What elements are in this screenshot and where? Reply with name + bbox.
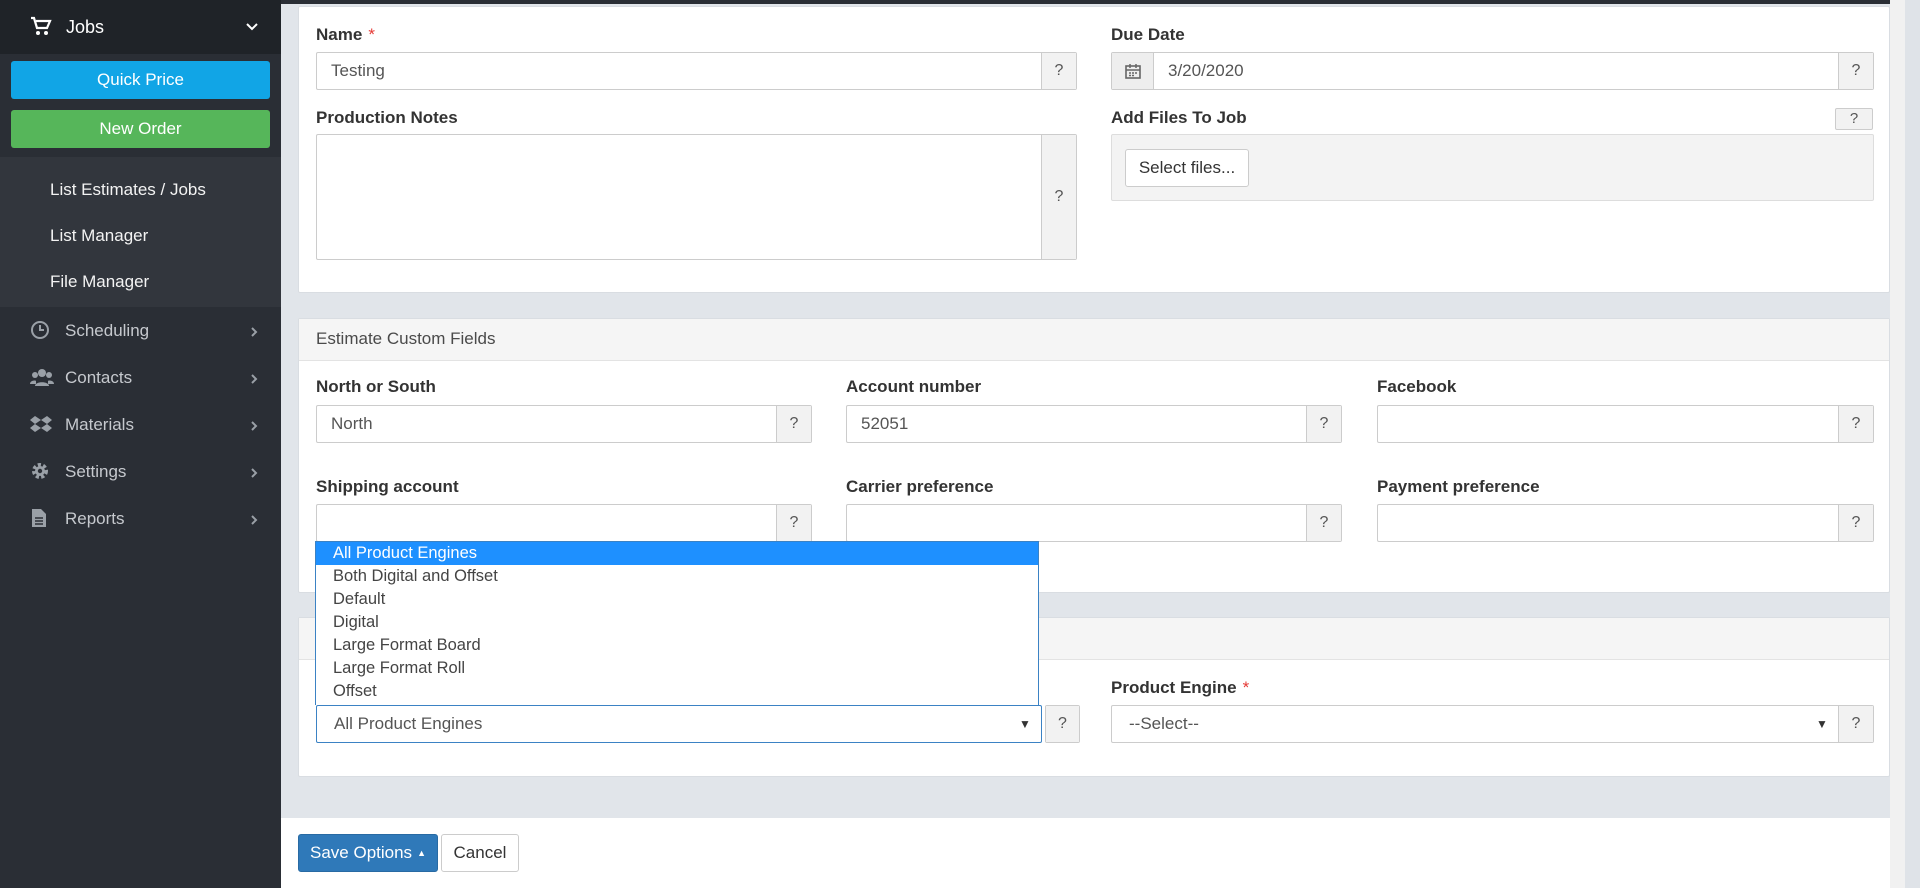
name-field[interactable]: Testing ? xyxy=(316,52,1077,90)
sidebar: Jobs Quick Price New Order List Estimate… xyxy=(0,0,281,888)
scrollbar[interactable] xyxy=(1890,0,1905,888)
name-label: Name * xyxy=(316,25,375,44)
caret-down-icon: ▼ xyxy=(1019,717,1031,731)
chevron-down-icon xyxy=(245,18,259,32)
add-files-label: Add Files To Job xyxy=(1111,108,1247,127)
due-date-value: 3/20/2020 xyxy=(1168,61,1244,80)
dropbox-icon xyxy=(30,414,52,436)
sidebar-item-settings[interactable]: Settings xyxy=(0,448,281,495)
carrier-preference-label: Carrier preference xyxy=(846,477,994,496)
help-button[interactable]: ? xyxy=(776,406,811,442)
due-date-field[interactable]: 3/20/2020 ? xyxy=(1111,52,1874,90)
caret-up-icon: ▲ xyxy=(417,848,426,858)
gear-icon xyxy=(30,461,52,483)
help-button[interactable]: ? xyxy=(1838,505,1873,541)
help-button[interactable]: ? xyxy=(1045,705,1080,743)
sidebar-item-label: Settings xyxy=(65,461,127,481)
users-icon xyxy=(30,367,54,389)
chevron-right-icon xyxy=(249,324,259,338)
payment-preference-label: Payment preference xyxy=(1377,477,1540,496)
dropdown-option[interactable]: Offset xyxy=(316,680,1038,703)
sidebar-item-label: Reports xyxy=(65,508,125,528)
payment-preference-field[interactable]: ? xyxy=(1377,504,1874,542)
footer-bar: Save Options ▲ Cancel xyxy=(281,818,1890,888)
product-engine-select[interactable]: --Select-- ▼ ? xyxy=(1111,705,1874,743)
chevron-right-icon xyxy=(249,512,259,526)
sidebar-item-label: Scheduling xyxy=(65,320,150,340)
panel-heading: Estimate Custom Fields xyxy=(299,319,1889,361)
chevron-right-icon xyxy=(249,465,259,479)
product-engine-value: --Select-- xyxy=(1129,714,1199,733)
production-notes-textarea[interactable]: ? xyxy=(316,134,1077,260)
save-options-button[interactable]: Save Options ▲ xyxy=(298,834,438,872)
help-button[interactable]: ? xyxy=(1838,406,1873,442)
due-date-label: Due Date xyxy=(1111,25,1185,44)
chevron-right-icon xyxy=(249,418,259,432)
dropdown-option[interactable]: Default xyxy=(316,588,1038,611)
cancel-button[interactable]: Cancel xyxy=(441,834,519,872)
sidebar-item-jobs[interactable]: Jobs xyxy=(0,0,281,54)
dropdown-option[interactable]: Large Format Board xyxy=(316,634,1038,657)
shipping-account-label: Shipping account xyxy=(316,477,459,496)
file-icon xyxy=(30,508,52,530)
production-notes-label: Production Notes xyxy=(316,108,458,127)
file-drop-zone[interactable]: Select files... xyxy=(1111,134,1874,201)
sidebar-item-label: Jobs xyxy=(66,16,105,37)
sidebar-item-label: Contacts xyxy=(65,367,133,387)
sidebar-link-file-manager[interactable]: File Manager xyxy=(0,259,281,305)
north-south-label: North or South xyxy=(316,377,436,396)
help-button[interactable]: ? xyxy=(1306,406,1341,442)
north-south-field[interactable]: North ? xyxy=(316,405,812,443)
top-border xyxy=(281,0,1905,4)
chevron-right-icon xyxy=(249,371,259,385)
sidebar-item-label: Materials xyxy=(65,414,134,434)
required-marker: * xyxy=(1242,678,1250,697)
help-button[interactable]: ? xyxy=(1838,53,1873,89)
help-button[interactable]: ? xyxy=(1041,135,1076,259)
required-marker: * xyxy=(368,25,375,44)
account-number-label: Account number xyxy=(846,377,982,396)
caret-down-icon: ▼ xyxy=(1816,717,1828,731)
account-number-value: 52051 xyxy=(861,414,909,433)
help-button[interactable]: ? xyxy=(776,505,811,541)
carrier-preference-field[interactable]: ? xyxy=(846,504,1342,542)
dropdown-option[interactable]: Digital xyxy=(316,611,1038,634)
clock-icon xyxy=(30,320,52,342)
dropdown-option[interactable]: Both Digital and Offset xyxy=(316,565,1038,588)
sidebar-item-contacts[interactable]: Contacts xyxy=(0,354,281,401)
engine-filter-dropdown: All Product Engines Both Digital and Off… xyxy=(315,541,1039,705)
quick-price-button[interactable]: Quick Price xyxy=(11,61,270,99)
engine-filter-value: All Product Engines xyxy=(334,714,483,733)
help-button[interactable]: ? xyxy=(1835,108,1873,130)
sidebar-link-list-estimates[interactable]: List Estimates / Jobs xyxy=(0,167,281,213)
help-button[interactable]: ? xyxy=(1041,53,1076,89)
facebook-field[interactable]: ? xyxy=(1377,405,1874,443)
north-south-value: North xyxy=(331,414,373,433)
dropdown-option[interactable]: All Product Engines xyxy=(316,542,1038,565)
facebook-label: Facebook xyxy=(1377,377,1457,396)
main-content: Name * Testing ? Due Date 3/20/2020 ? Pro… xyxy=(281,0,1905,888)
engine-filter-select[interactable]: All Product Engines ▼ xyxy=(316,705,1042,743)
calendar-icon[interactable] xyxy=(1112,53,1154,89)
shipping-account-field[interactable]: ? xyxy=(316,504,812,542)
name-value: Testing xyxy=(331,61,385,80)
sidebar-link-list-manager[interactable]: List Manager xyxy=(0,213,281,259)
sidebar-item-scheduling[interactable]: Scheduling xyxy=(0,307,281,354)
new-order-button[interactable]: New Order xyxy=(11,110,270,148)
dropdown-option[interactable]: Large Format Roll xyxy=(316,657,1038,680)
account-number-field[interactable]: 52051 ? xyxy=(846,405,1342,443)
product-engine-label: Product Engine * xyxy=(1111,678,1250,697)
select-files-button[interactable]: Select files... xyxy=(1125,149,1249,187)
job-info-panel: Name * Testing ? Due Date 3/20/2020 ? Pro… xyxy=(298,6,1890,293)
sidebar-item-materials[interactable]: Materials xyxy=(0,401,281,448)
cart-icon xyxy=(30,16,54,38)
jobs-submenu: List Estimates / Jobs List Manager File … xyxy=(0,157,281,307)
help-button[interactable]: ? xyxy=(1306,505,1341,541)
help-button[interactable]: ? xyxy=(1838,706,1873,742)
sidebar-item-reports[interactable]: Reports xyxy=(0,495,281,542)
